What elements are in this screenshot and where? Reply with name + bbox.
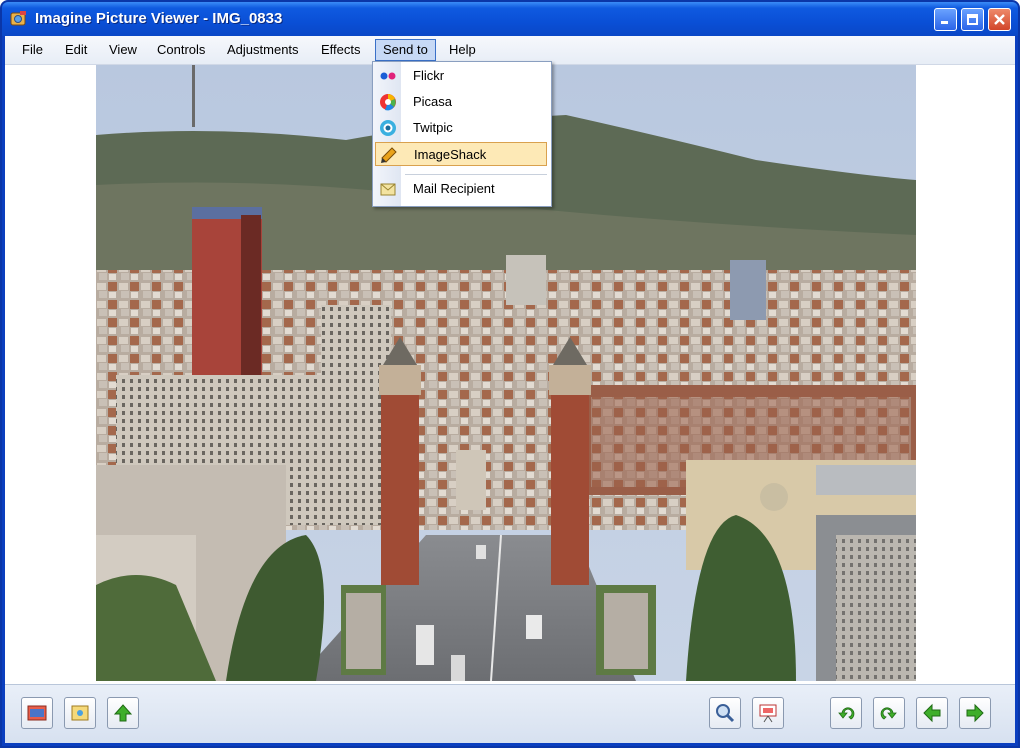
menu-edit[interactable]: Edit <box>58 40 94 60</box>
minimize-icon <box>941 21 948 24</box>
twitpic-icon <box>380 120 396 136</box>
twitpic-label: Twitpic <box>413 120 453 135</box>
title-bar[interactable]: Imagine Picture Viewer - IMG_0833 <box>2 2 1018 36</box>
imageshack-icon <box>381 147 397 163</box>
send-to-twitpic[interactable]: Twitpic <box>375 116 547 140</box>
menu-help[interactable]: Help <box>442 40 483 60</box>
rotate-right-button[interactable] <box>873 697 905 729</box>
previous-icon <box>923 703 941 723</box>
menu-adjustments[interactable]: Adjustments <box>220 40 306 60</box>
slideshow-icon <box>27 705 47 721</box>
menu-view[interactable]: View <box>102 40 144 60</box>
save-icon <box>71 705 89 721</box>
rotate-left-icon <box>838 707 855 720</box>
maximize-button[interactable] <box>961 8 984 31</box>
next-button[interactable] <box>959 697 991 729</box>
menu-file[interactable]: File <box>15 40 50 60</box>
picasa-label: Picasa <box>413 94 453 109</box>
next-icon <box>966 703 984 723</box>
close-button[interactable] <box>988 8 1011 31</box>
send-to-dropdown: Flickr Picasa Twitpic ImageShack Mail Re… <box>372 61 552 207</box>
rotate-left-button[interactable] <box>830 697 862 729</box>
picasa-icon <box>380 94 396 111</box>
save-button[interactable] <box>64 697 96 729</box>
slideshow-button[interactable] <box>21 697 53 729</box>
presentation-icon <box>759 704 777 723</box>
mail-recipient-icon <box>380 183 396 196</box>
send-to-imageshack[interactable]: ImageShack <box>375 142 547 166</box>
zoom-icon <box>716 704 735 723</box>
mail-recipient-label: Mail Recipient <box>413 181 495 196</box>
window-title: Imagine Picture Viewer - IMG_0833 <box>35 10 283 27</box>
maximize-icon <box>967 14 978 25</box>
send-to-picasa[interactable]: Picasa <box>375 90 547 114</box>
presentation-button[interactable] <box>752 697 784 729</box>
flickr-label: Flickr <box>413 68 445 83</box>
imageshack-label: ImageShack <box>414 147 487 162</box>
upload-button[interactable] <box>107 697 139 729</box>
send-to-mail-recipient[interactable]: Mail Recipient <box>375 177 547 201</box>
rotate-right-icon <box>880 707 897 720</box>
app-icon <box>10 11 26 26</box>
flickr-icon <box>380 72 396 80</box>
menu-effects[interactable]: Effects <box>314 40 368 60</box>
menu-separator <box>405 174 547 175</box>
bottom-toolbar <box>5 684 1015 743</box>
menu-send-to[interactable]: Send to <box>375 39 436 61</box>
zoom-button[interactable] <box>709 697 741 729</box>
send-to-flickr[interactable]: Flickr <box>375 64 547 88</box>
menu-controls[interactable]: Controls <box>150 40 212 60</box>
close-icon <box>994 14 1005 25</box>
app-window: Imagine Picture Viewer - IMG_0833 File E… <box>0 0 1020 748</box>
upload-icon <box>113 704 133 722</box>
minimize-button[interactable] <box>934 8 957 31</box>
previous-button[interactable] <box>916 697 948 729</box>
